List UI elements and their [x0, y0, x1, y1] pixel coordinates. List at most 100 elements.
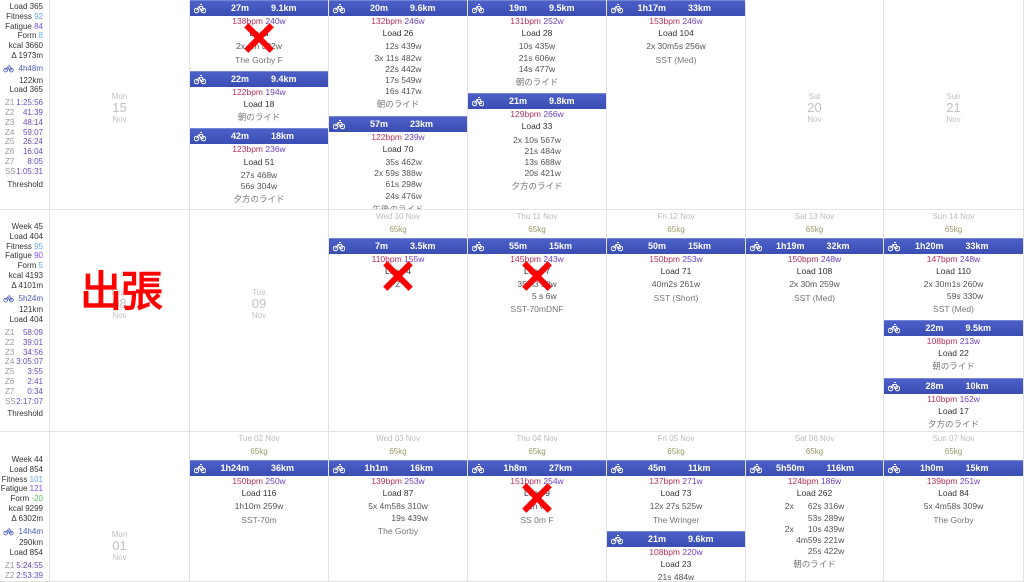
- day-cell[interactable]: Mon 15 Nov: [50, 0, 190, 209]
- day-cell[interactable]: Sat 06 Nov 65kg 5h50m 116km 124bpm 186w Load …: [746, 432, 884, 581]
- stat-label: Fitness: [6, 241, 32, 251]
- day-cell[interactable]: Sun 07 Nov 65kg 1h0m 15km 139bpm 251w Load 84…: [884, 432, 1024, 581]
- activity-header[interactable]: 22m 9.5km: [884, 320, 1023, 337]
- day-cell[interactable]: Wed 03 Nov 65kg 1h1m 16km 139bpm 253w Load 87…: [329, 432, 468, 581]
- activity-header[interactable]: 20m 9.6km: [329, 0, 467, 16]
- activity-card[interactable]: 42m 18km 123bpm 236w Load 51 27s 468w 56s 304…: [190, 128, 328, 209]
- activity-card[interactable]: 20m 9.6km 132bpm 246w Load 26 12s 439w 3x 11s…: [329, 0, 467, 116]
- kcal: kcal 3660: [8, 41, 43, 51]
- day-cell[interactable]: Thu 11 Nov 65kg 55m 15km 145bpm 243w Load 7 35…: [468, 210, 607, 431]
- zone-time: 26:24: [22, 137, 43, 147]
- week-load: Load 365: [9, 2, 43, 11]
- activity-load: Load 104: [658, 28, 694, 39]
- activity-card[interactable]: 50m 15km 150bpm 253w Load 71 40m2s 261w SST (…: [607, 238, 745, 309]
- activity-header[interactable]: 1h8m 27km: [468, 460, 606, 476]
- intervals: 1h w: [528, 501, 546, 512]
- zone-time: 2:41: [27, 376, 43, 386]
- activity-card[interactable]: 5h50m 116km 124bpm 186w Load 262 2x 62s 316w…: [746, 460, 883, 576]
- activity-card[interactable]: 27m 9.1km 138bpm 240w Load 2x 4m 302w The Gor…: [190, 0, 328, 71]
- activity-header[interactable]: 1h19m 32km: [746, 238, 883, 254]
- avg-power: 213w: [959, 336, 981, 347]
- activity-header[interactable]: 7m 3.5km: [329, 238, 467, 254]
- activity-header[interactable]: 57m 23km: [329, 115, 467, 132]
- day-cell[interactable]: Sun 14 Nov 65kg 1h20m 33km 147bpm 248w Load 1…: [884, 210, 1024, 431]
- activity-header[interactable]: 27m 9.1km: [190, 0, 328, 16]
- activity-card[interactable]: 55m 15km 145bpm 243w Load 7 35m3 58w 5 s 6w SS…: [468, 238, 606, 320]
- day-cell[interactable]: Sat 13 Nov 65kg 1h19m 32km 150bpm 248w Load 1…: [746, 210, 884, 431]
- activity-header[interactable]: 28m 10km: [884, 377, 1023, 394]
- activity-card[interactable]: 1h17m 33km 153bpm 246w Load 104 2x 30m5s 256…: [607, 0, 745, 71]
- heart-rate: 110bpm: [371, 254, 402, 264]
- avg-power: 220w: [682, 546, 703, 557]
- intervals-wrap: 2x 30m 259w: [746, 277, 883, 290]
- activity-card[interactable]: 1h1m 16km 139bpm 253w Load 87 5x 4m58s 310w 1…: [329, 460, 467, 542]
- day-cell[interactable]: Tue 09 Nov: [190, 210, 329, 431]
- heart-rate: 110bpm: [927, 393, 958, 404]
- day-cell[interactable]: Wed 10 Nov 65kg 7m 3.5km 110bpm 155w Load 4Z: [329, 210, 468, 431]
- activity-card[interactable]: 57m 23km 122bpm 239w Load 70 35s 462w 2x 59s …: [329, 115, 467, 209]
- day-cell[interactable]: Tue 02 Nov 65kg 1h24m 36km 150bpm 250w Load 1…: [190, 432, 329, 581]
- day-cell[interactable]: Sat 20 Nov: [746, 0, 884, 209]
- day-cell[interactable]: Fri 05 Nov 65kg 45m 11km 137bpm 271w Load 73 1…: [607, 432, 746, 581]
- day-cell[interactable]: Sun 21 Nov: [884, 0, 1024, 209]
- activity-card[interactable]: 1h24m 36km 150bpm 250w Load 116 1h10m 259w SS…: [190, 460, 328, 531]
- elevation: Δ 4101m: [11, 280, 43, 290]
- date-label: Thu 11 Nov: [516, 212, 558, 221]
- activity-header[interactable]: 45m 11km: [607, 460, 745, 476]
- zone-time: 3:05:07: [16, 357, 43, 367]
- activity-card[interactable]: 22m 9.4km 122bpm 194w Load 18 朝のライド: [190, 70, 328, 129]
- stat-value: 101: [29, 474, 43, 484]
- day-cell[interactable]: Thu 04 Nov 65kg 1h8m 27km 151bpm 254w Load 91…: [468, 432, 607, 581]
- day-cell[interactable]: 20m 9.6km 132bpm 246w Load 26 12s 439w 3x 11s…: [329, 0, 468, 209]
- interval: 1h10m 259w: [234, 501, 284, 512]
- activity-card[interactable]: 1h19m 32km 150bpm 248w Load 108 2x 30m 259w S…: [746, 238, 883, 309]
- intervals-wrap: 35m3 58w 5 s 6w: [468, 277, 606, 301]
- activity-card[interactable]: 21m 9.8km 129bpm 266w Load 33 2x 10s 567w 21s…: [468, 93, 606, 197]
- activity-load: Load 33: [521, 121, 553, 132]
- activity-header[interactable]: 55m 15km: [468, 238, 606, 254]
- activity-header[interactable]: 19m 9.5km: [468, 0, 606, 16]
- activity-header[interactable]: 1h1m 16km: [329, 460, 467, 476]
- stat-fitness: Fitness 92: [0, 12, 43, 22]
- activity-header[interactable]: 5h50m 116km: [746, 460, 883, 476]
- activity-header[interactable]: 21m 9.8km: [468, 93, 606, 110]
- zone-row: Z2 2:53:39: [0, 571, 43, 581]
- activity-card[interactable]: 45m 11km 137bpm 271w Load 73 12x 27s 525w The…: [607, 460, 745, 531]
- activity-card[interactable]: 19m 9.5km 131bpm 252w Load 28 10s 435w 21s 60…: [468, 0, 606, 93]
- activity-card[interactable]: 22m 9.5km 108bpm 213w Load 22 朝のライド: [884, 320, 1023, 378]
- day-cell[interactable]: Fri 12 Nov 65kg 50m 15km 150bpm 253w Load 71 4…: [607, 210, 746, 431]
- hr-power: 150bpm 253w: [607, 254, 745, 265]
- intervals: 12s 439w 3x 11s 482w 22s 442w 17s 549w 16s 4…: [374, 41, 421, 97]
- zone-time: 2:53:39: [16, 570, 43, 580]
- activity-header[interactable]: 1h17m 33km: [607, 0, 745, 16]
- activity-header[interactable]: 42m 18km: [190, 128, 328, 145]
- stat-label: Fatigue: [0, 484, 28, 494]
- zone-label: Z6: [5, 147, 15, 157]
- activity-card[interactable]: 1h20m 33km 147bpm 248w Load 110 2x 30m1s 260…: [884, 238, 1023, 320]
- activity-card[interactable]: 21m 9.6km 108bpm 220w Load 23 21s 484w: [607, 530, 745, 581]
- activity-header[interactable]: 22m 9.4km: [190, 70, 328, 87]
- activity-header[interactable]: 21m 9.6km: [607, 530, 745, 547]
- heart-rate: 139bpm: [926, 476, 958, 486]
- day-cell[interactable]: 27m 9.1km 138bpm 240w Load 2x 4m 302w The Gor…: [190, 0, 329, 209]
- activity-header[interactable]: 1h20m 33km: [884, 238, 1023, 254]
- weight: 65kg: [805, 447, 824, 456]
- activity-load: Load 17: [938, 405, 969, 416]
- hr-power: 108bpm 220w: [607, 547, 745, 558]
- zone-label: Z2: [5, 337, 15, 347]
- activity-card[interactable]: 1h8m 27km 151bpm 254w Load 9 1h w SS 0m F: [468, 460, 606, 531]
- day-cell[interactable]: Mon 08 Nov: [50, 210, 190, 431]
- activity-header[interactable]: 1h24m 36km: [190, 460, 328, 476]
- day-cell[interactable]: 1h17m 33km 153bpm 246w Load 104 2x 30m5s 256…: [607, 0, 746, 209]
- activity-header[interactable]: 1h0m 15km: [884, 460, 1023, 476]
- activity-header[interactable]: 50m 15km: [607, 238, 745, 254]
- activity-card[interactable]: 28m 10km 110bpm 162w Load 17 夕方のライド: [884, 377, 1023, 431]
- day-cell[interactable]: Mon 01 Nov: [50, 432, 190, 581]
- day-cell[interactable]: 19m 9.5km 131bpm 252w Load 28 10s 435w 21s 60…: [468, 0, 607, 209]
- activity-card[interactable]: 1h0m 15km 139bpm 251w Load 84 5x 4m58s 309w T…: [884, 460, 1023, 531]
- activity-card[interactable]: 7m 3.5km 110bpm 155w Load 4Z: [329, 238, 467, 296]
- interval: 22s 442w: [385, 63, 422, 74]
- zone-row: Z1 58:09: [0, 328, 43, 338]
- intervals: 2x 10s 567w 21s 484w 13s 688w 20s 421w: [513, 135, 561, 180]
- heart-rate: 150bpm: [787, 254, 819, 264]
